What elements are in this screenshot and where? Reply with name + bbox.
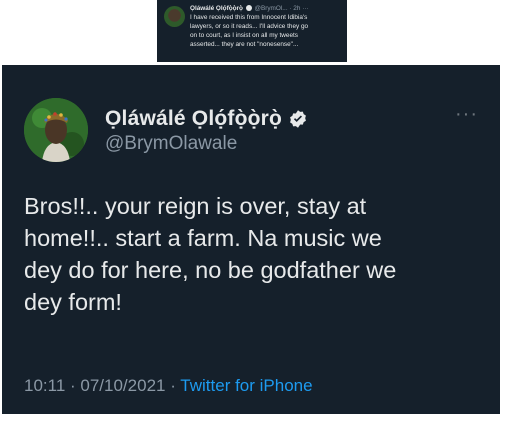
tweet-time[interactable]: 2h (293, 5, 300, 12)
separator: · (65, 376, 81, 395)
avatar[interactable] (24, 98, 88, 162)
tweet-date[interactable]: 07/10/2021 (80, 376, 165, 395)
author-handle[interactable]: @BrymOlawale (105, 133, 237, 155)
author-name[interactable]: Ọláwálé Ọlọ́fọ̀ọ̀rọ̀ (105, 107, 282, 131)
avatar-image (24, 98, 88, 162)
text-line: home!!.. start a farm. Na music we (24, 225, 382, 251)
tweet-card[interactable]: Ọláwálé Ọlọ́fọ̀ọ̀rọ̀ @BrymOlawale ··· Br… (2, 65, 500, 414)
text-line: dey do for here, no be godfather we (24, 257, 397, 283)
verified-badge-icon (245, 5, 252, 11)
quoted-tweet-snippet[interactable]: Ọláwálé Ọlọ́fọ̀ọ̀rọ̀ @BrymOl... · 2h ···… (157, 0, 347, 62)
text-line: asserted... they are not "nonesense"... (190, 41, 299, 48)
author-name[interactable]: Ọláwálé Ọlọ́fọ̀ọ̀rọ̀ (190, 5, 243, 12)
separator: · (165, 376, 181, 395)
quoted-tweet-text: I have received this from Innocent Idibi… (190, 13, 343, 49)
text-line: Bros!!.. your reign is over, stay at (24, 193, 367, 219)
text-line: I have received this from Innocent Idibi… (190, 14, 308, 21)
text-line: lawyers, or so it reads... I'll advice t… (190, 23, 309, 30)
verified-badge-icon (290, 110, 306, 128)
author-name-row: Ọláwálé Ọlọ́fọ̀ọ̀rọ̀ (105, 107, 308, 131)
tweet-metadata: 10:11 · 07/10/2021 · Twitter for iPhone (24, 376, 313, 396)
more-icon[interactable]: ··· (302, 5, 308, 12)
screenshot: Ọláwálé Ọlọ́fọ̀ọ̀rọ̀ @BrymOl... · 2h ···… (0, 0, 505, 421)
text-line: dey form! (24, 289, 122, 315)
tweet-time[interactable]: 10:11 (24, 376, 65, 395)
more-options-icon[interactable]: ··· (455, 104, 478, 124)
text-line: on to court, as I insist on all my tweet… (190, 32, 298, 39)
tweet-source-link[interactable]: Twitter for iPhone (180, 376, 312, 395)
tweet-card-frame: Ọláwálé Ọlọ́fọ̀ọ̀rọ̀ @BrymOlawale ··· Br… (0, 63, 505, 421)
avatar[interactable] (164, 6, 185, 27)
tweet-text: Bros!!.. your reign is over, stay at hom… (24, 190, 494, 318)
author-handle[interactable]: @BrymOl... (254, 5, 287, 12)
quoted-tweet-header: Ọláwálé Ọlọ́fọ̀ọ̀rọ̀ @BrymOl... · 2h ··· (190, 5, 309, 12)
